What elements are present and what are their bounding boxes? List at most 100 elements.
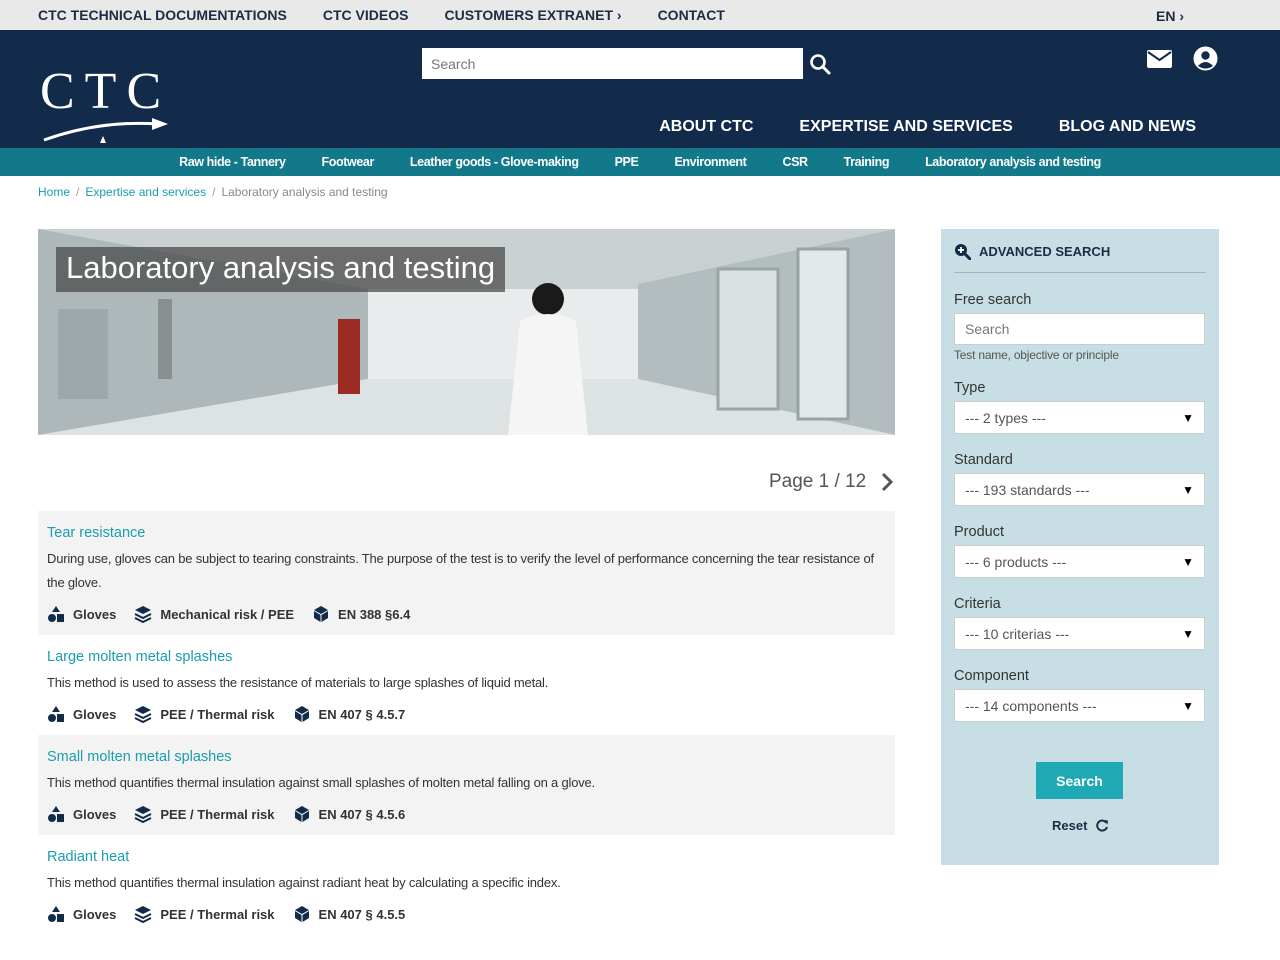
- list-item: Large molten metal splashes This method …: [38, 635, 895, 735]
- subnav-laboratory-analysis[interactable]: Laboratory analysis and testing: [925, 155, 1101, 169]
- subnav-csr[interactable]: CSR: [782, 155, 808, 169]
- tag-product: Gloves: [47, 805, 116, 823]
- caret-down-icon: ▼: [1182, 554, 1194, 569]
- tag-product-label: Gloves: [73, 706, 117, 722]
- tag-type-label: PEE / Thermal risk: [160, 906, 275, 922]
- tag-standard-label: EN 407 § 4.5.7: [318, 706, 406, 722]
- shapes-icon: [48, 606, 64, 622]
- header-search-input[interactable]: [422, 48, 803, 79]
- reset-label: Reset: [1052, 818, 1088, 833]
- link-contact[interactable]: CONTACT: [658, 7, 725, 23]
- subnav-environment[interactable]: Environment: [674, 155, 746, 169]
- tag-type: Mechanical risk / PEE: [134, 605, 294, 623]
- cube-icon: [294, 906, 309, 922]
- result-title[interactable]: Small molten metal splashes: [47, 749, 886, 765]
- result-tags: Gloves PEE / Thermal risk EN 407 § 4.5.7: [47, 705, 886, 723]
- subnav-training[interactable]: Training: [844, 155, 890, 169]
- tag-type-label: Mechanical risk / PEE: [160, 606, 295, 622]
- search-icon[interactable]: [808, 52, 832, 76]
- free-search-hint: Test name, objective or principle: [954, 348, 1119, 362]
- component-label: Component: [954, 668, 1029, 684]
- standard-label: Standard: [954, 452, 1013, 468]
- product-select-value: --- 6 products ---: [965, 553, 1067, 570]
- subnav-ppe[interactable]: PPE: [615, 155, 639, 169]
- tag-standard-label: EN 407 § 4.5.6: [318, 806, 406, 822]
- free-search-label: Free search: [954, 292, 1032, 308]
- tag-product-label: Gloves: [73, 606, 117, 622]
- chevron-right-icon[interactable]: [880, 472, 894, 492]
- tag-standard: EN 407 § 4.5.7: [293, 705, 406, 723]
- subnav-leather-goods[interactable]: Leather goods - Glove-making: [410, 155, 579, 169]
- nav-about-ctc[interactable]: ABOUT CTC: [659, 118, 753, 136]
- link-technical-documentations[interactable]: CTC TECHNICAL DOCUMENTATIONS: [38, 7, 287, 23]
- tag-standard: EN 388 §6.4: [312, 605, 410, 623]
- result-tags: Gloves PEE / Thermal risk EN 407 § 4.5.6: [47, 805, 886, 823]
- breadcrumb: Home / Expertise and services / Laboratory a…: [38, 185, 388, 199]
- breadcrumb-home[interactable]: Home: [38, 185, 70, 199]
- advanced-search-panel: ADVANCED SEARCH Free search Test name, o…: [941, 229, 1219, 865]
- cube-icon: [294, 806, 309, 822]
- advanced-search-heading: ADVANCED SEARCH: [954, 243, 1206, 273]
- tag-product-label: Gloves: [73, 806, 117, 822]
- result-title[interactable]: Radiant heat: [47, 849, 886, 865]
- standard-select-value: --- 193 standards ---: [965, 481, 1090, 498]
- refresh-icon: [1096, 819, 1109, 831]
- type-select-value: --- 2 types ---: [965, 409, 1046, 426]
- layers-icon: [134, 806, 152, 823]
- language-switcher[interactable]: EN ›: [1156, 8, 1184, 24]
- list-item: Small molten metal splashes This method …: [38, 735, 895, 835]
- tag-product: Gloves: [47, 705, 116, 723]
- tag-type: PEE / Thermal risk: [134, 905, 275, 923]
- caret-down-icon: ▼: [1182, 482, 1194, 497]
- subnav-footwear[interactable]: Footwear: [322, 155, 375, 169]
- mail-icon[interactable]: [1147, 50, 1172, 68]
- caret-down-icon: ▼: [1182, 698, 1194, 713]
- search-plus-icon: [955, 244, 971, 260]
- free-search-input[interactable]: [954, 313, 1205, 345]
- ctc-logo[interactable]: CTC: [40, 66, 175, 147]
- user-account-icon[interactable]: [1193, 46, 1218, 71]
- nav-expertise-and-services[interactable]: EXPERTISE AND SERVICES: [799, 118, 1012, 136]
- result-title[interactable]: Large molten metal splashes: [47, 649, 886, 665]
- logo-swoosh-icon: [43, 118, 168, 143]
- tag-standard-label: EN 388 §6.4: [338, 606, 411, 622]
- cube-icon: [294, 706, 309, 722]
- sub-navigation: Raw hide - Tannery Footwear Leather good…: [0, 148, 1280, 176]
- pagination: Page 1 / 12: [769, 471, 894, 493]
- breadcrumb-expertise[interactable]: Expertise and services: [85, 185, 206, 199]
- link-customers-extranet[interactable]: CUSTOMERS EXTRANET ›: [444, 7, 621, 23]
- layers-icon: [134, 906, 152, 923]
- caret-down-icon: ▼: [1182, 410, 1194, 425]
- component-select[interactable]: --- 14 components --- ▼: [954, 689, 1205, 722]
- nav-blog-and-news[interactable]: BLOG AND NEWS: [1059, 118, 1196, 136]
- link-ctc-videos[interactable]: CTC VIDEOS: [323, 7, 409, 23]
- subnav-raw-hide-tannery[interactable]: Raw hide - Tannery: [179, 155, 286, 169]
- result-tags: Gloves Mechanical risk / PEE EN 388 §6.4: [47, 605, 886, 623]
- list-item: Tear resistance During use, gloves can b…: [38, 511, 895, 635]
- caret-down-icon: ▼: [1182, 626, 1194, 641]
- criteria-label: Criteria: [954, 596, 1001, 612]
- tag-standard: EN 407 § 4.5.6: [293, 805, 406, 823]
- site-header: CTC ABOUT CTC EXPERTISE AND SERVICES BLO…: [0, 30, 1280, 148]
- type-select[interactable]: --- 2 types --- ▼: [954, 401, 1205, 434]
- tag-type-label: PEE / Thermal risk: [160, 806, 275, 822]
- reset-button[interactable]: Reset: [1052, 818, 1109, 833]
- result-description: This method quantifies thermal insulatio…: [47, 875, 561, 890]
- breadcrumb-current: Laboratory analysis and testing: [221, 185, 388, 199]
- tag-type-label: PEE / Thermal risk: [160, 706, 275, 722]
- tag-standard-label: EN 407 § 4.5.5: [318, 906, 406, 922]
- product-select[interactable]: --- 6 products --- ▼: [954, 545, 1205, 578]
- standard-select[interactable]: --- 193 standards --- ▼: [954, 473, 1205, 506]
- product-label: Product: [954, 524, 1004, 540]
- layers-icon: [134, 706, 152, 723]
- result-title[interactable]: Tear resistance: [47, 525, 886, 541]
- type-label: Type: [954, 380, 986, 396]
- criteria-select-value: --- 10 criterias ---: [965, 625, 1070, 642]
- result-description: This method quantifies thermal insulatio…: [47, 775, 595, 790]
- tag-type: PEE / Thermal risk: [134, 705, 275, 723]
- tag-product: Gloves: [47, 605, 116, 623]
- tag-standard: EN 407 § 4.5.5: [293, 905, 406, 923]
- advanced-search-button[interactable]: Search: [1036, 762, 1123, 799]
- criteria-select[interactable]: --- 10 criterias --- ▼: [954, 617, 1205, 650]
- top-utility-bar: CTC TECHNICAL DOCUMENTATIONS CTC VIDEOS …: [0, 0, 1280, 30]
